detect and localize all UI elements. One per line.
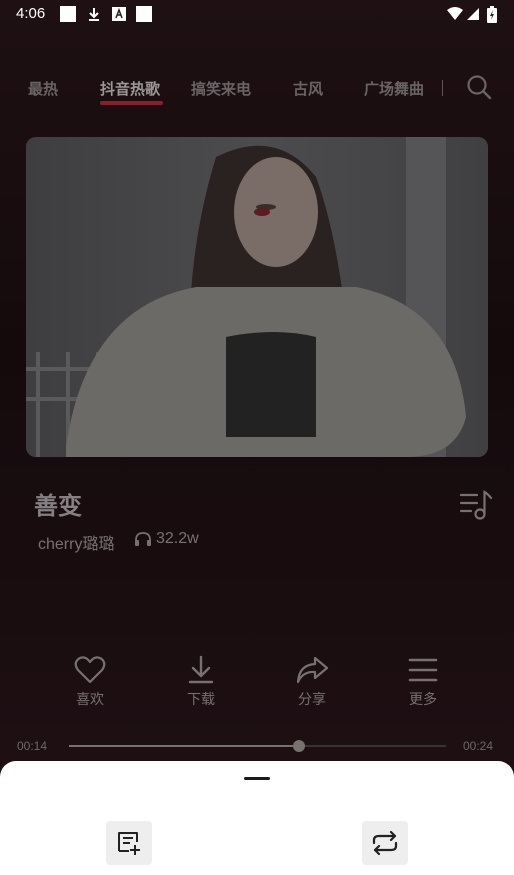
tab-divider bbox=[442, 80, 443, 96]
status-time: 4:06 bbox=[16, 5, 46, 22]
album-cover-image bbox=[26, 137, 488, 457]
font-a-icon bbox=[112, 7, 126, 21]
share-label: 分享 bbox=[298, 692, 326, 708]
share-button[interactable]: 分享 bbox=[282, 655, 342, 715]
signal-icon bbox=[467, 8, 479, 20]
playlist-icon[interactable] bbox=[459, 489, 493, 521]
wifi-icon bbox=[447, 7, 463, 20]
playlist-add-icon bbox=[118, 832, 140, 855]
current-time: 00:14 bbox=[17, 739, 48, 753]
sheet-drag-handle[interactable] bbox=[244, 777, 270, 780]
artist-name[interactable]: cherry璐璐 bbox=[38, 530, 114, 554]
download-icon bbox=[89, 8, 99, 21]
tab-hottest[interactable]: 最热 bbox=[28, 78, 58, 99]
tab-square-dance[interactable]: 广场舞曲 bbox=[364, 78, 424, 99]
tab-douyin-hits[interactable]: 抖音热歌 bbox=[100, 78, 160, 99]
download-icon bbox=[188, 655, 214, 684]
battery-icon bbox=[487, 6, 497, 23]
progress-slider[interactable] bbox=[69, 740, 446, 752]
bottom-sheet bbox=[0, 761, 514, 875]
like-label: 喜欢 bbox=[76, 692, 104, 708]
share-icon bbox=[296, 656, 329, 684]
repeat-icon bbox=[372, 830, 398, 856]
notification-square-icon bbox=[60, 6, 76, 22]
status-bar: 4:06 bbox=[0, 0, 514, 30]
progress-thumb[interactable] bbox=[292, 740, 305, 752]
song-title: 善变 bbox=[34, 492, 82, 520]
tab-ancient-style[interactable]: 古风 bbox=[293, 78, 323, 99]
more-label: 更多 bbox=[409, 692, 437, 708]
repeat-mode-button[interactable] bbox=[362, 821, 408, 865]
play-count: 32.2w bbox=[156, 530, 199, 547]
more-button[interactable]: 更多 bbox=[393, 655, 453, 715]
notification-square-icon bbox=[136, 6, 152, 22]
download-label: 下载 bbox=[187, 692, 215, 708]
heart-icon bbox=[74, 656, 106, 684]
download-button[interactable]: 下载 bbox=[171, 655, 231, 715]
tab-funny-ringtones[interactable]: 搞笑来电 bbox=[191, 78, 251, 99]
add-to-playlist-button[interactable] bbox=[106, 821, 152, 865]
active-tab-indicator bbox=[100, 101, 163, 105]
like-button[interactable]: 喜欢 bbox=[60, 655, 120, 715]
headphones-icon bbox=[135, 532, 151, 546]
search-icon[interactable] bbox=[466, 74, 492, 100]
total-time: 00:24 bbox=[463, 739, 494, 753]
category-tabs: 最热 抖音热歌 搞笑来电 古风 广场舞曲 bbox=[0, 70, 514, 110]
progress-fill bbox=[69, 745, 299, 747]
menu-icon bbox=[408, 658, 438, 682]
